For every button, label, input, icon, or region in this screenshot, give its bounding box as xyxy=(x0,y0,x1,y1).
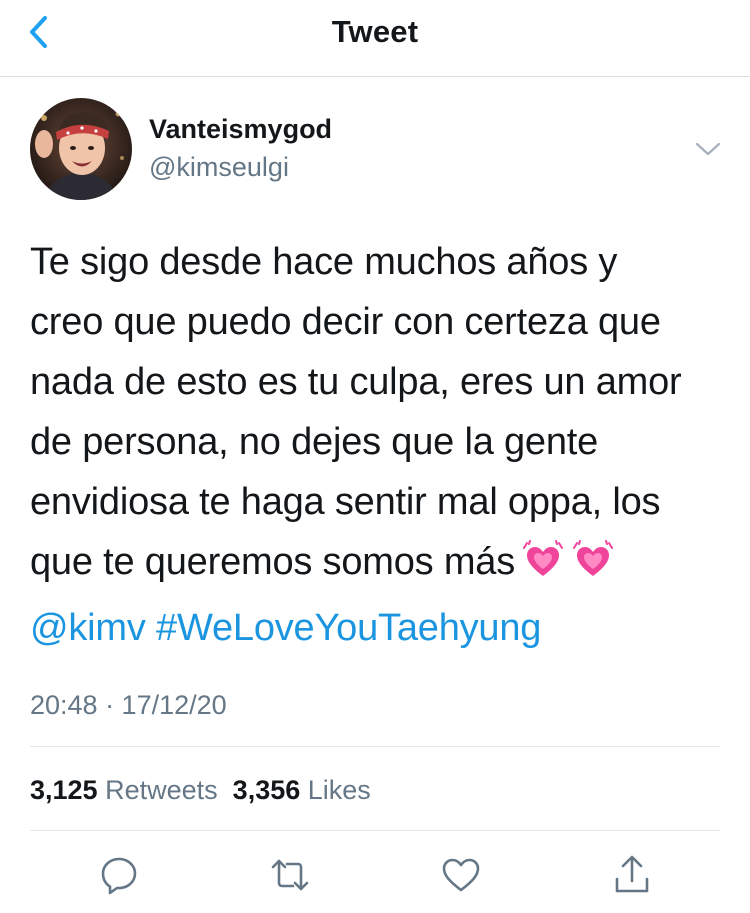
growing-heart-emoji-icon xyxy=(571,538,615,598)
tweet-text: Te sigo desde hace muchos años y creo qu… xyxy=(30,232,730,658)
retweet-button[interactable] xyxy=(268,853,312,897)
retweets-count: 3,125 xyxy=(30,775,98,805)
retweets-stat[interactable]: 3,125 Retweets xyxy=(30,775,218,805)
likes-label: Likes xyxy=(307,775,371,805)
page-title: Tweet xyxy=(331,14,419,49)
tweet-stats: 3,125 Retweets 3,356 Likes xyxy=(30,775,371,806)
avatar[interactable] xyxy=(30,98,132,200)
chevron-down-icon xyxy=(695,142,721,156)
tweet-text-line: nada de esto es tu culpa, eres un amor xyxy=(30,361,682,403)
share-button[interactable] xyxy=(610,853,654,897)
divider xyxy=(30,746,720,747)
reply-button[interactable] xyxy=(97,853,141,897)
tweet-text-last-line: que te queremos somos más xyxy=(30,532,730,598)
tweet-text-line: creo que puedo decir con certeza que xyxy=(30,301,661,343)
like-button[interactable] xyxy=(439,853,483,897)
tweet-text-line: de persona, no dejes que la gente xyxy=(30,421,599,463)
heart-icon xyxy=(442,858,480,892)
top-bar: Tweet xyxy=(0,0,750,77)
more-options-button[interactable] xyxy=(693,138,723,160)
retweet-icon xyxy=(271,859,309,891)
tweet-text-line: envidiosa te haga sentir mal oppa, los xyxy=(30,481,661,523)
likes-stat[interactable]: 3,356 Likes xyxy=(233,775,371,805)
tweet-timestamp[interactable]: 20:48 · 17/12/20 xyxy=(30,690,227,721)
avatar-photo xyxy=(30,98,132,200)
reply-icon xyxy=(101,857,137,895)
growing-heart-emoji-icon xyxy=(521,538,565,598)
likes-count: 3,356 xyxy=(232,775,301,805)
author-display-name[interactable]: Vanteismygod xyxy=(149,114,332,145)
tweet-text-line: Te sigo desde hace muchos años y xyxy=(30,241,618,283)
author-handle[interactable]: @kimseulgi xyxy=(149,152,289,183)
hashtag-link[interactable]: #WeLoveYouTaehyung xyxy=(156,607,541,649)
tweet-links-line: @kimv #WeLoveYouTaehyung xyxy=(30,598,730,658)
share-icon xyxy=(615,855,649,893)
mention-link[interactable]: @kimv xyxy=(30,607,146,649)
divider xyxy=(30,830,720,831)
retweets-label: Retweets xyxy=(105,775,218,805)
tweet-text-line: que te queremos somos más xyxy=(30,541,516,583)
